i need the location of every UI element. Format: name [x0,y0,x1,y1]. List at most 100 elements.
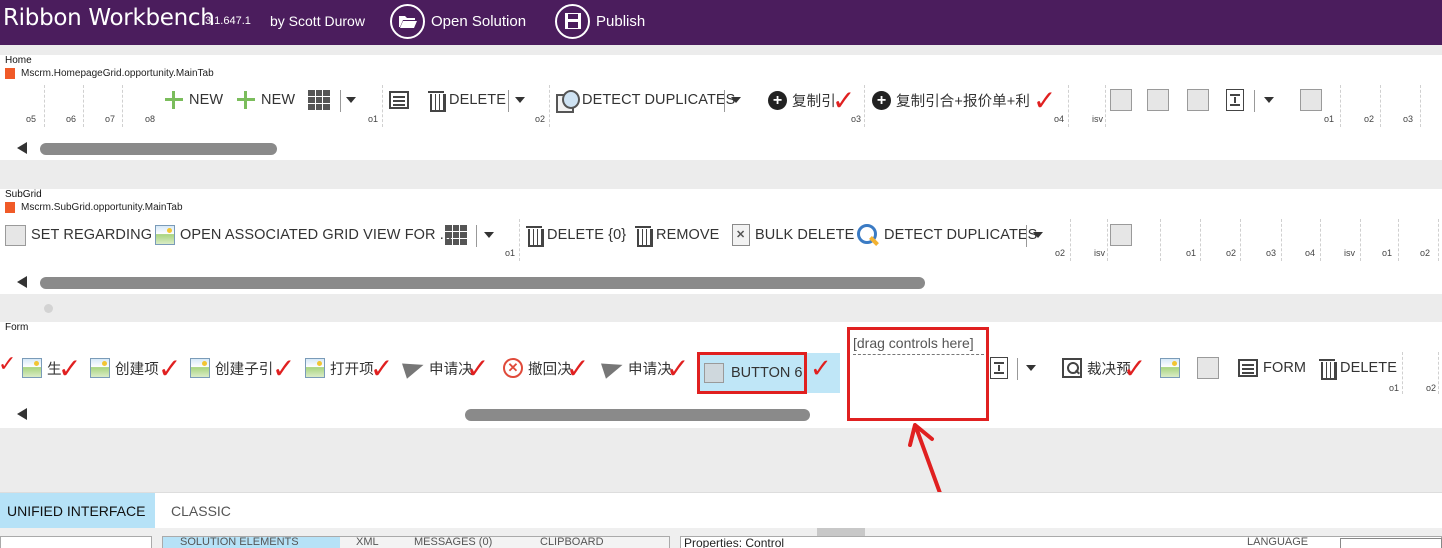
drag-controls-dropzone[interactable]: [drag controls here] [847,327,989,421]
dropdown-arrow[interactable] [728,88,744,112]
scroll-left-arrow-icon[interactable] [17,276,27,288]
button-6-label: BUTTON 6 [731,365,803,381]
home-ribbon-section: Home Mscrm.HomepageGrid.opportunity.Main… [0,55,1442,160]
subgrid-ribbon-section: SubGrid Mscrm.SubGrid.opportunity.MainTa… [0,189,1442,294]
blank-button[interactable] [1187,88,1209,112]
blank-button[interactable] [1197,356,1219,380]
plus-icon [164,90,184,110]
form-icon [1238,359,1258,377]
section-type-label: SubGrid [5,189,42,200]
bulk-delete-icon [732,224,750,246]
group-label-isv: isv [1094,248,1105,258]
bulk-delete-button[interactable]: BULK DELETE [732,223,854,247]
publish-label: Publish [596,12,646,30]
copy-lead-quote-button[interactable]: + 复制引合+报价单+利 [872,88,1030,112]
group-separator [1438,352,1439,394]
properties-panel-edge [680,536,1442,548]
set-regarding-button[interactable]: SET REGARDING [5,223,152,247]
flyout-button[interactable] [990,356,1008,380]
blank-button-icon [1110,224,1132,246]
tab-clipboard[interactable]: CLIPBOARD [540,536,604,548]
group-separator [864,85,865,127]
trash-icon [428,89,446,112]
copy-lead-label: 复制引 [792,93,836,110]
detect-duplicates-button[interactable]: DETECT DUPLICATES [555,88,736,113]
tab-solution-elements[interactable]: SOLUTION ELEMENTS [180,536,299,548]
open-associated-grid-button[interactable]: OPEN ASSOCIATED GRID VIEW FOR ... [155,223,452,247]
tab-label: UNIFIED INTERFACE [7,502,146,519]
blank-button-icon [704,363,724,383]
publish-button[interactable]: Publish [555,2,645,40]
apply-decision-button[interactable]: 申请决 [404,356,473,380]
dropdown-arrow[interactable] [512,88,528,112]
review-decision-button[interactable]: 裁决预 [1062,356,1131,380]
lower-panel-strip: SOLUTION ELEMENTS XML MESSAGES (0) CLIPB… [0,528,1442,548]
detect-duplicates-button[interactable]: DETECT DUPLICATES [857,223,1037,247]
scroll-thumb[interactable] [465,409,810,421]
scroll-thumb[interactable] [40,277,925,289]
new-button-label: NEW [261,92,296,108]
form-button-1[interactable]: 生 [22,356,62,380]
dropdown-arrow[interactable] [481,223,497,247]
open-project-button[interactable]: 打开项 [305,356,374,380]
splitter-handle[interactable] [817,528,865,536]
group-separator [1281,219,1282,261]
detect-duplicates-label: DETECT DUPLICATES [582,92,736,108]
dropdown-arrow[interactable] [1261,88,1277,112]
section-type-label: Home [5,55,32,66]
group-separator [1320,219,1321,261]
scroll-left-arrow-icon[interactable] [17,142,27,154]
delete-button[interactable]: DELETE [428,88,506,112]
scroll-thumb[interactable] [40,143,277,155]
tab-unified-interface[interactable]: UNIFIED INTERFACE [0,493,155,528]
dropdown-arrow[interactable] [343,88,359,112]
cancel-circle-icon: ✕ [503,358,523,378]
withdraw-decision-button[interactable]: ✕ 撤回决 [503,356,572,380]
dropdown-arrow[interactable] [1030,223,1046,247]
tab-classic[interactable]: CLASSIC [164,493,238,528]
subgrid-horizontal-scrollbar[interactable] [0,276,940,289]
tab-xml[interactable]: XML [356,536,379,548]
flyout-button[interactable] [1226,88,1244,112]
delete-button[interactable]: DELETE [1319,356,1397,380]
create-sub-lead-button[interactable]: 创建子引 [190,356,273,380]
blank-button[interactable] [1300,88,1322,112]
delete-button-label: DELETE {0} [547,227,627,243]
dropdown-arrow[interactable] [1023,356,1039,380]
language-select[interactable] [1340,538,1442,548]
form-button[interactable] [389,88,409,112]
blank-button[interactable] [1110,88,1132,112]
new-button-2[interactable]: NEW [236,88,295,112]
copy-lead-button[interactable]: + 复制引 [768,88,836,112]
split-separator [340,90,341,112]
new-button-1[interactable]: NEW [164,88,223,112]
form-icon [389,91,409,109]
group-label-o2: o2 [1420,248,1431,258]
create-project-button[interactable]: 创建项 [90,356,159,380]
form-button[interactable]: FORM [1238,356,1306,380]
plus-circle-icon: + [768,90,787,110]
home-horizontal-scrollbar[interactable] [0,142,300,155]
apply-decision-button-2[interactable]: 申请决 [603,356,672,380]
delete-button[interactable]: DELETE {0} [526,223,626,247]
group-label-isv: isv [1092,114,1103,124]
button-6[interactable]: BUTTON 6 [697,352,807,394]
grid-view-button[interactable] [445,223,467,247]
grid-view-button[interactable] [308,88,330,112]
tab-id-label: Mscrm.HomepageGrid.opportunity.MainTab [5,68,214,79]
image-icon [90,358,110,378]
blank-button[interactable] [1110,223,1132,247]
open-solution-button[interactable]: Open Solution [390,2,526,40]
image-button[interactable] [1160,356,1180,380]
group-separator [1360,219,1361,261]
form-horizontal-scrollbar[interactable] [0,408,840,421]
tab-messages[interactable]: MESSAGES (0) [414,536,492,548]
blank-button[interactable] [1147,88,1169,112]
split-separator [1026,225,1027,247]
blank-button-icon [1147,89,1169,111]
flyout-icon [990,357,1008,379]
check-mark-annotation: ✓ [1033,84,1057,117]
scroll-left-arrow-icon[interactable] [17,408,27,420]
search-icon [1062,358,1082,378]
remove-button[interactable]: REMOVE [635,223,719,247]
